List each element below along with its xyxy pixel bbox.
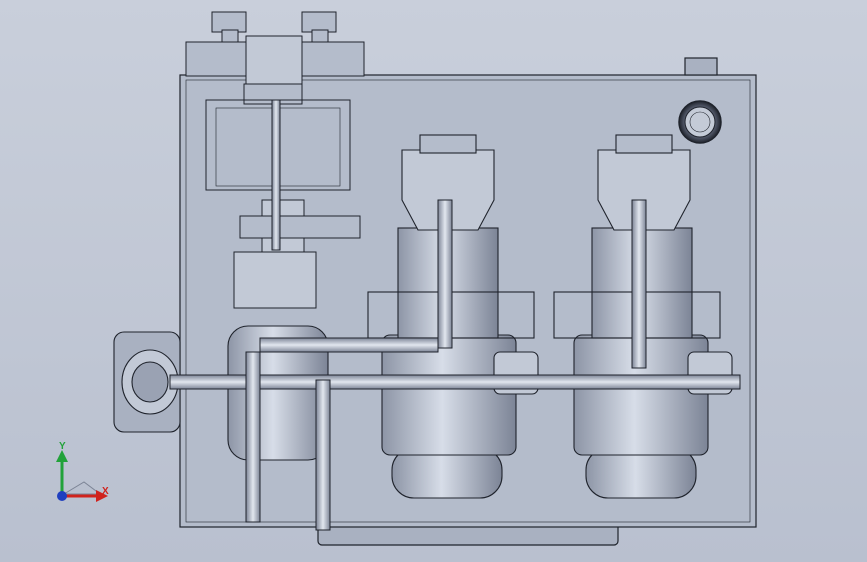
cad-viewport[interactable]: Y X	[0, 0, 867, 562]
z-axis-dot	[57, 491, 67, 501]
filler-cap[interactable]	[678, 100, 722, 144]
y-axis-label: Y	[59, 441, 66, 452]
x-axis-label: X	[102, 486, 109, 497]
hydraulic-power-unit-model[interactable]	[0, 0, 867, 562]
coordinate-triad	[40, 438, 120, 518]
